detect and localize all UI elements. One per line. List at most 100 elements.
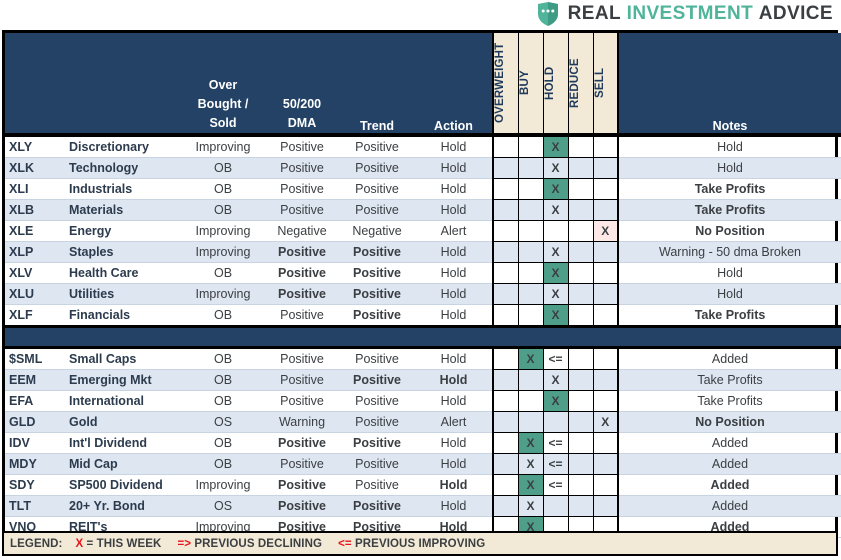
signal-cell-overweight[interactable] bbox=[492, 199, 519, 221]
signal-cell-overweight[interactable] bbox=[492, 137, 519, 158]
signal-cell-reduce[interactable] bbox=[567, 262, 594, 284]
signal-cell-sell[interactable] bbox=[592, 178, 619, 200]
signal-cell-overweight[interactable] bbox=[492, 262, 519, 284]
table-row[interactable]: XLI Industrials OB Positive Positive Hold X Tak… bbox=[5, 178, 841, 200]
table-row[interactable]: TLT 20+ Yr. Bond OS Positive Positive Hold X Ad… bbox=[5, 495, 841, 517]
signal-cell-reduce[interactable] bbox=[567, 199, 594, 221]
signal-cell-hold[interactable]: X bbox=[542, 241, 569, 263]
table-row[interactable]: XLE Energy Improving Negative Negative Alert X… bbox=[5, 220, 841, 242]
table-row[interactable]: XLK Technology OB Positive Positive Hold X Hold bbox=[5, 157, 841, 179]
signal-cell-reduce[interactable] bbox=[567, 283, 594, 305]
signal-cell-reduce[interactable] bbox=[567, 474, 594, 496]
signal-cell-hold[interactable]: X bbox=[542, 390, 569, 412]
signal-cell-overweight[interactable] bbox=[492, 178, 519, 200]
table-row[interactable]: XLF Financials OB Positive Positive Hold X Take… bbox=[5, 304, 841, 327]
signal-cell-sell[interactable]: X bbox=[592, 411, 619, 433]
signal-cell-hold[interactable] bbox=[542, 495, 569, 517]
signal-cell-hold[interactable]: <= bbox=[542, 474, 569, 496]
signal-cell-hold[interactable]: X bbox=[542, 369, 569, 391]
signal-cell-buy[interactable] bbox=[517, 283, 544, 305]
signal-cell-hold[interactable]: X bbox=[542, 304, 569, 327]
signal-cell-hold[interactable] bbox=[542, 411, 569, 433]
signal-cell-buy[interactable] bbox=[517, 369, 544, 391]
signal-cell-buy[interactable] bbox=[517, 411, 544, 433]
signal-cell-sell[interactable] bbox=[592, 474, 619, 496]
table-row[interactable]: XLP Staples Improving Positive Positive Hold X… bbox=[5, 241, 841, 263]
signal-cell-sell[interactable] bbox=[592, 347, 619, 370]
signal-cell-buy[interactable]: X bbox=[517, 495, 544, 517]
signal-cell-hold[interactable]: <= bbox=[542, 453, 569, 475]
signal-cell-reduce[interactable] bbox=[567, 453, 594, 475]
signal-cell-reduce[interactable] bbox=[567, 178, 594, 200]
signal-cell-buy[interactable]: X bbox=[517, 347, 544, 370]
signal-cell-buy[interactable] bbox=[517, 157, 544, 179]
signal-cell-overweight[interactable] bbox=[492, 304, 519, 327]
signal-cell-buy[interactable]: X bbox=[517, 474, 544, 496]
signal-cell-reduce[interactable] bbox=[567, 220, 594, 242]
signal-cell-sell[interactable] bbox=[592, 241, 619, 263]
signal-cell-buy[interactable] bbox=[517, 199, 544, 221]
table-row[interactable]: XLY Discretionary Improving Positive Positiv… bbox=[5, 137, 841, 158]
signal-cell-overweight[interactable] bbox=[492, 432, 519, 454]
signal-cell-buy[interactable] bbox=[517, 178, 544, 200]
signal-cell-reduce[interactable] bbox=[567, 347, 594, 370]
signal-cell-reduce[interactable] bbox=[567, 304, 594, 327]
signal-cell-sell[interactable] bbox=[592, 262, 619, 284]
signal-cell-overweight[interactable] bbox=[492, 157, 519, 179]
table-row[interactable]: XLV Health Care OB Positive Positive Hold X Hol… bbox=[5, 262, 841, 284]
signal-cell-overweight[interactable] bbox=[492, 453, 519, 475]
signal-cell-hold[interactable]: X bbox=[542, 199, 569, 221]
signal-cell-hold[interactable] bbox=[542, 220, 569, 242]
signal-cell-overweight[interactable] bbox=[492, 283, 519, 305]
signal-cell-sell[interactable] bbox=[592, 495, 619, 517]
signal-cell-sell[interactable] bbox=[592, 157, 619, 179]
signal-cell-reduce[interactable] bbox=[567, 157, 594, 179]
signal-cell-hold[interactable]: X bbox=[542, 262, 569, 284]
signal-cell-sell[interactable] bbox=[592, 453, 619, 475]
table-row[interactable]: MDY Mid Cap OB Positive Positive Hold X <= Added bbox=[5, 453, 841, 475]
signal-cell-overweight[interactable] bbox=[492, 241, 519, 263]
signal-cell-overweight[interactable] bbox=[492, 390, 519, 412]
table-row[interactable]: IDV Int'l Dividend OB Positive Positive Hold X… bbox=[5, 432, 841, 454]
table-row[interactable]: EFA International OB Positive Positive Hold X T… bbox=[5, 390, 841, 412]
signal-cell-reduce[interactable] bbox=[567, 369, 594, 391]
signal-cell-buy[interactable] bbox=[517, 262, 544, 284]
signal-cell-sell[interactable] bbox=[592, 390, 619, 412]
signal-cell-reduce[interactable] bbox=[567, 241, 594, 263]
signal-cell-overweight[interactable] bbox=[492, 495, 519, 517]
signal-cell-hold[interactable]: X bbox=[542, 157, 569, 179]
table-row[interactable]: $SML Small Caps OB Positive Positive Hold X <= A… bbox=[5, 347, 841, 370]
signal-cell-buy[interactable] bbox=[517, 304, 544, 327]
signal-cell-overweight[interactable] bbox=[492, 347, 519, 370]
signal-cell-sell[interactable]: X bbox=[592, 220, 619, 242]
signal-cell-hold[interactable]: <= bbox=[542, 432, 569, 454]
table-row[interactable]: EEM Emerging Mkt OB Positive Positive Hold X Ta… bbox=[5, 369, 841, 391]
signal-cell-overweight[interactable] bbox=[492, 369, 519, 391]
table-row[interactable]: XLB Materials OB Positive Positive Hold X Take … bbox=[5, 199, 841, 221]
signal-cell-buy[interactable] bbox=[517, 390, 544, 412]
signal-cell-hold[interactable]: X bbox=[542, 137, 569, 158]
signal-cell-sell[interactable] bbox=[592, 283, 619, 305]
signal-cell-sell[interactable] bbox=[592, 304, 619, 327]
signal-cell-sell[interactable] bbox=[592, 432, 619, 454]
signal-cell-reduce[interactable] bbox=[567, 495, 594, 517]
signal-cell-reduce[interactable] bbox=[567, 390, 594, 412]
signal-cell-buy[interactable] bbox=[517, 241, 544, 263]
signal-cell-buy[interactable]: X bbox=[517, 453, 544, 475]
table-row[interactable]: GLD Gold OS Warning Positive Alert X No Positio… bbox=[5, 411, 841, 433]
signal-cell-hold[interactable]: X bbox=[542, 178, 569, 200]
signal-cell-overweight[interactable] bbox=[492, 474, 519, 496]
signal-cell-reduce[interactable] bbox=[567, 432, 594, 454]
signal-cell-buy[interactable] bbox=[517, 220, 544, 242]
table-row[interactable]: XLU Utilities Improving Positive Positive Hol… bbox=[5, 283, 841, 305]
signal-cell-buy[interactable]: X bbox=[517, 432, 544, 454]
signal-cell-buy[interactable] bbox=[517, 137, 544, 158]
signal-cell-hold[interactable]: <= bbox=[542, 347, 569, 370]
signal-cell-reduce[interactable] bbox=[567, 411, 594, 433]
signal-cell-sell[interactable] bbox=[592, 137, 619, 158]
table-row[interactable]: SDY SP500 Dividend Improving Positive Positi… bbox=[5, 474, 841, 496]
signal-cell-overweight[interactable] bbox=[492, 411, 519, 433]
signal-cell-sell[interactable] bbox=[592, 199, 619, 221]
signal-cell-hold[interactable]: X bbox=[542, 283, 569, 305]
signal-cell-reduce[interactable] bbox=[567, 137, 594, 158]
